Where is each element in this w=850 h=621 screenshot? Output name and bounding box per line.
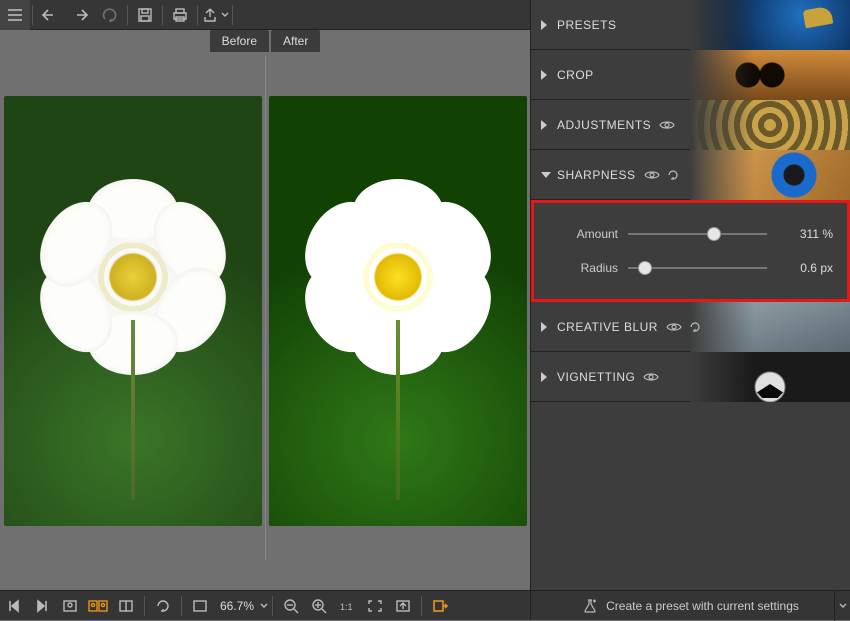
apply-icon (432, 599, 448, 613)
before-image (4, 96, 262, 526)
undo-icon (41, 7, 59, 23)
amount-row: Amount 311 % (548, 221, 833, 247)
print-button[interactable] (165, 0, 195, 30)
redo-step-button[interactable] (95, 0, 125, 30)
slider-thumb[interactable] (638, 261, 652, 275)
fit-icon (192, 599, 208, 613)
skip-end-button[interactable] (28, 591, 56, 621)
compare-panes (0, 56, 530, 560)
amount-value: 311 % (777, 227, 833, 241)
right-panel: PRESETS CROP ADJUSTMENTS SHARPNESS Amoun… (530, 0, 850, 590)
separator (181, 596, 182, 616)
bottom-toolbar: 66.7% 1:1 (0, 590, 530, 620)
before-tab[interactable]: Before (210, 30, 269, 52)
toggle-view-icon (118, 599, 134, 613)
chevron-down-icon[interactable] (260, 603, 268, 609)
separator (127, 5, 128, 25)
amount-slider[interactable] (628, 227, 767, 241)
separator (144, 596, 145, 616)
share-icon (201, 7, 219, 23)
after-image (269, 96, 527, 526)
radius-row: Radius 0.6 px (548, 255, 833, 281)
slider-thumb[interactable] (707, 227, 721, 241)
export-icon (395, 599, 411, 613)
after-tab[interactable]: After (271, 30, 320, 52)
radius-value: 0.6 px (777, 261, 833, 275)
one-to-one-icon: 1:1 (338, 599, 356, 613)
panel-label: CROP (531, 68, 594, 82)
separator (232, 5, 233, 25)
panel-label: CREATIVE BLUR (531, 320, 658, 334)
zoom-in-button[interactable] (305, 591, 333, 621)
redo-button[interactable] (65, 0, 95, 30)
compare-tabs: Before After (0, 30, 530, 56)
chevron-down-icon (221, 12, 229, 18)
radius-label: Radius (548, 261, 618, 275)
rotate-icon (155, 598, 171, 614)
eye-icon[interactable] (643, 371, 659, 383)
fit-screen-icon (367, 599, 383, 613)
single-view-icon (62, 599, 78, 613)
panel-sharpness[interactable]: SHARPNESS (531, 150, 850, 200)
zoom-out-icon (283, 598, 299, 614)
toggle-view-button[interactable] (112, 591, 140, 621)
preset-dropdown[interactable] (834, 591, 850, 621)
skip-end-icon (35, 599, 49, 613)
reset-icon[interactable] (688, 321, 702, 333)
apply-button[interactable] (426, 591, 454, 621)
after-pane[interactable] (265, 56, 530, 560)
reset-icon[interactable] (666, 169, 680, 181)
panel-label: PRESETS (531, 18, 617, 32)
one-to-one-button[interactable]: 1:1 (333, 591, 361, 621)
amount-label: Amount (548, 227, 618, 241)
eye-icon[interactable] (666, 321, 682, 333)
eye-icon[interactable] (659, 119, 675, 131)
print-icon (171, 7, 189, 23)
separator (162, 5, 163, 25)
create-preset-bar[interactable]: Create a preset with current settings (530, 590, 850, 620)
zoom-in-icon (311, 598, 327, 614)
redo-step-icon (101, 7, 119, 23)
panel-label: SHARPNESS (531, 168, 636, 182)
panel-crop[interactable]: CROP (531, 50, 850, 100)
create-preset-label: Create a preset with current settings (606, 599, 799, 613)
separator (32, 5, 33, 25)
zoom-value: 66.7% (214, 599, 260, 613)
panel-presets[interactable]: PRESETS (531, 0, 850, 50)
menu-button[interactable] (0, 0, 30, 30)
separator (197, 5, 198, 25)
panel-vignetting[interactable]: VIGNETTING (531, 352, 850, 402)
sharpness-controls: Amount 311 % Radius 0.6 px (531, 200, 850, 302)
panel-label: VIGNETTING (531, 370, 635, 384)
save-icon (137, 7, 153, 23)
skip-start-icon (7, 599, 21, 613)
radius-slider[interactable] (628, 261, 767, 275)
svg-text:1:1: 1:1 (340, 602, 353, 612)
flask-icon (582, 598, 598, 614)
split-view-button[interactable] (84, 591, 112, 621)
export-button[interactable] (389, 591, 417, 621)
panel-adjustments[interactable]: ADJUSTMENTS (531, 100, 850, 150)
panel-creative-blur[interactable]: CREATIVE BLUR (531, 302, 850, 352)
share-button[interactable] (200, 0, 230, 30)
separator (421, 596, 422, 616)
save-button[interactable] (130, 0, 160, 30)
redo-icon (71, 7, 89, 23)
split-view-icon (88, 599, 108, 613)
panel-label: ADJUSTMENTS (531, 118, 651, 132)
menu-icon (7, 8, 23, 22)
fit-button[interactable] (186, 591, 214, 621)
rotate-button[interactable] (149, 591, 177, 621)
separator (272, 596, 273, 616)
single-view-button[interactable] (56, 591, 84, 621)
zoom-out-button[interactable] (277, 591, 305, 621)
chevron-down-icon (839, 603, 847, 609)
fit-screen-button[interactable] (361, 591, 389, 621)
eye-icon[interactable] (644, 169, 660, 181)
undo-button[interactable] (35, 0, 65, 30)
before-pane[interactable] (0, 56, 265, 560)
skip-start-button[interactable] (0, 591, 28, 621)
